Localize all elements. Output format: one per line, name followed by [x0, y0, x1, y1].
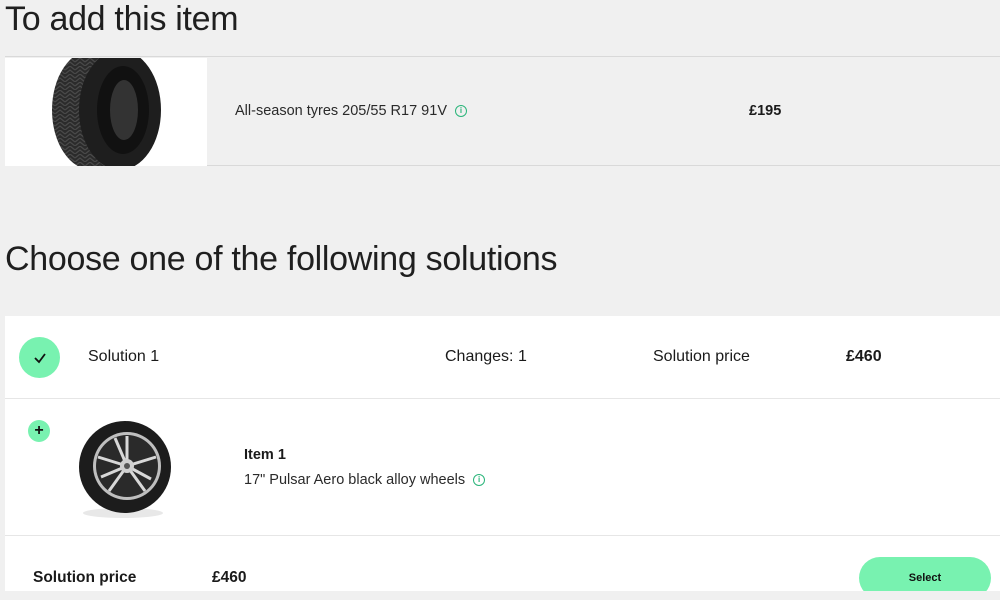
add-item-price: £195	[749, 103, 782, 119]
solution-item: + Item 1 17" Pulsar Aero black alloy whe…	[5, 399, 1000, 536]
solutions-heading: Choose one of the following solutions	[5, 240, 558, 278]
wheel-image	[71, 417, 175, 521]
add-item-row: All-season tyres 205/55 R17 91V i £195	[5, 56, 1000, 166]
plus-icon[interactable]: +	[28, 420, 50, 442]
info-icon[interactable]: i	[473, 474, 486, 486]
add-item-name: All-season tyres 205/55 R17 91V i	[235, 103, 467, 119]
tyre-image	[5, 58, 207, 166]
solution-title: Solution 1	[88, 348, 160, 365]
solution-item-title: Item 1	[244, 447, 286, 463]
solution-price-value: £460	[846, 348, 882, 365]
solution-header[interactable]: Solution 1 Changes: 1 Solution price £46…	[5, 316, 1000, 399]
solution-changes: Changes: 1	[445, 348, 527, 365]
add-item-heading: To add this item	[5, 0, 239, 38]
page-bottom-strip	[0, 591, 1000, 600]
solution-card: Solution 1 Changes: 1 Solution price £46…	[5, 316, 1000, 600]
solution-item-description-text: 17" Pulsar Aero black alloy wheels	[244, 472, 466, 488]
solution-item-description: 17" Pulsar Aero black alloy wheels i	[244, 472, 486, 488]
footer-price-label: Solution price	[33, 569, 137, 586]
solution-price-label: Solution price	[653, 348, 750, 365]
footer-price-value: £460	[212, 569, 247, 586]
add-item-name-text: All-season tyres 205/55 R17 91V	[235, 103, 447, 119]
info-icon[interactable]: i	[455, 105, 467, 117]
check-icon[interactable]	[19, 337, 60, 378]
